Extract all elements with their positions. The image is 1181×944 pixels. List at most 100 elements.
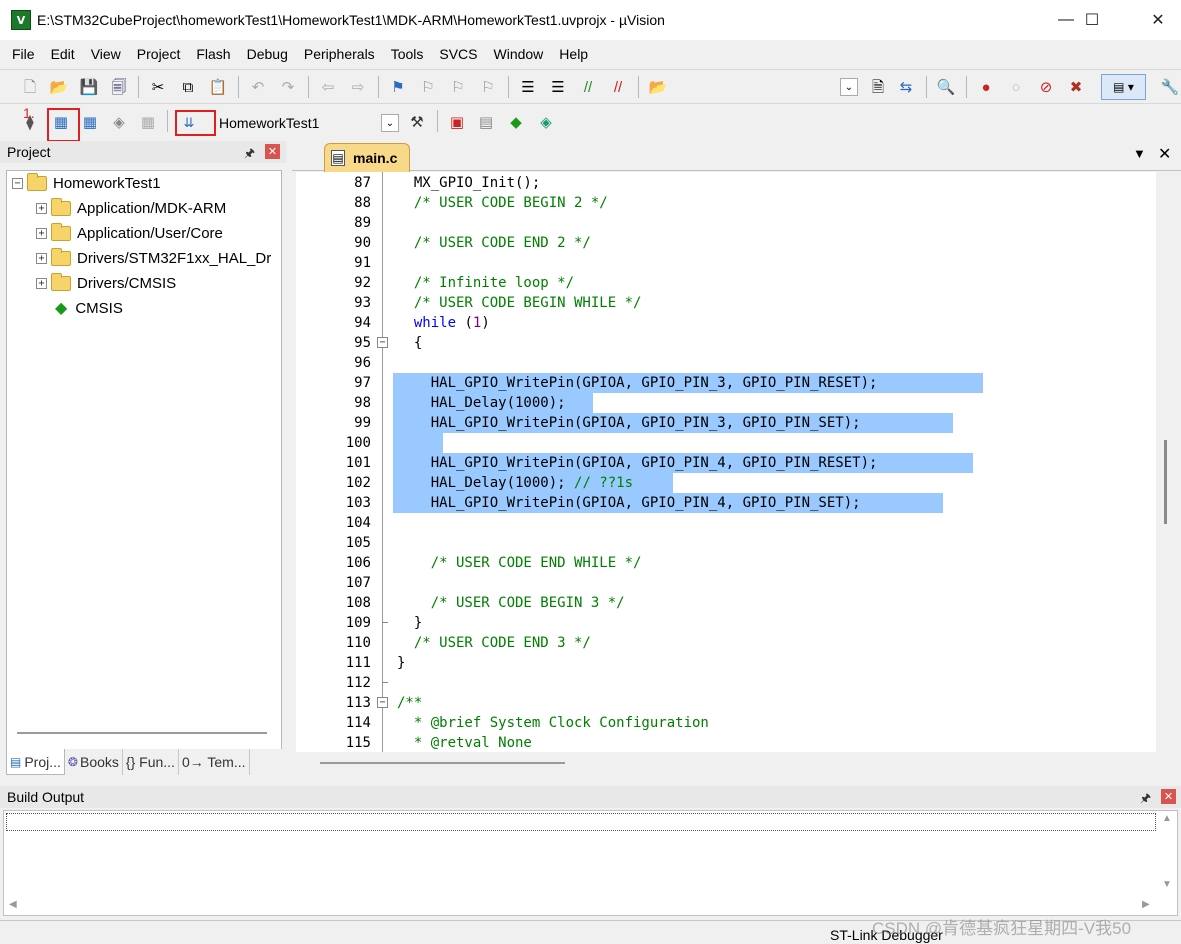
build-output-close-icon[interactable]: ✕ xyxy=(1161,789,1176,804)
close-button[interactable]: ✕ xyxy=(1135,0,1181,40)
tree-item-root[interactable]: − HomeworkTest1 xyxy=(12,172,161,194)
expand-icon[interactable]: + xyxy=(36,202,47,214)
tab-templates[interactable]: 0→ Tem... xyxy=(179,749,250,775)
bookmark-toggle-icon[interactable]: ⚑ xyxy=(388,77,408,97)
comment-icon[interactable]: // xyxy=(578,77,598,97)
navigate-back-icon[interactable]: ⇦ xyxy=(318,77,338,97)
uvision-app-icon: V xyxy=(11,10,31,30)
line-number: 100 xyxy=(345,435,371,451)
rebuild-icon[interactable]: ▦ xyxy=(80,112,100,132)
cut-icon[interactable]: ✂ xyxy=(148,77,168,97)
editor-horizontal-scrollbar[interactable] xyxy=(320,762,565,764)
batch-build-icon[interactable]: ◈ xyxy=(109,112,129,132)
toolbar-separator xyxy=(966,76,967,98)
fold-toggle-icon[interactable]: − xyxy=(377,337,388,348)
find-dropdown-chevron-icon[interactable]: ⌄ xyxy=(840,78,858,96)
bookmark-clear-icon[interactable]: ⚐ xyxy=(478,77,498,97)
pack-installer-icon[interactable]: ◈ xyxy=(536,112,556,132)
manage-project-items-icon[interactable]: ▣ xyxy=(447,112,467,132)
pin-icon[interactable]: 🖈 xyxy=(244,144,255,165)
tab-books[interactable]: ❂ Books xyxy=(65,749,123,775)
code-editor[interactable]: 87 88 89 90 91 92 93 94 95 96 97 98 99 100 101 102 103 10… xyxy=(296,172,1156,752)
menu-help[interactable]: Help xyxy=(552,46,595,62)
indent-icon[interactable]: ☰ xyxy=(518,77,538,97)
menu-view[interactable]: View xyxy=(84,46,128,62)
target-dropdown-chevron-icon[interactable]: ⌄ xyxy=(381,114,399,132)
target-select[interactable]: HomeworkTest1 xyxy=(219,112,399,134)
tree-item-folder[interactable]: + Drivers/STM32F1xx_HAL_Dr xyxy=(36,247,271,269)
open-file-icon[interactable]: 📂 xyxy=(49,77,69,97)
line-number-gutter: 87 88 89 90 91 92 93 94 95 96 97 98 99 100 101 102 103 10… xyxy=(296,172,380,752)
find-icon[interactable]: 🗎 xyxy=(868,77,888,97)
bookmark-prev-icon[interactable]: ⚐ xyxy=(418,77,438,97)
tab-project[interactable]: ▤ Proj... xyxy=(6,749,65,775)
tab-functions[interactable]: {} Fun... xyxy=(123,749,179,775)
menu-project[interactable]: Project xyxy=(130,46,188,62)
code-line: } xyxy=(397,615,423,631)
menu-flash[interactable]: Flash xyxy=(189,46,237,62)
build-output-pane[interactable]: ▲ ▼ ◀ ▶ xyxy=(3,810,1178,916)
project-root-icon xyxy=(27,172,47,191)
pin-icon[interactable]: 🖈 xyxy=(1140,789,1151,810)
tree-item-label: Application/User/Core xyxy=(77,224,223,242)
fold-toggle-icon[interactable]: − xyxy=(377,697,388,708)
collapse-icon[interactable]: − xyxy=(12,177,23,189)
enable-breakpoint-icon[interactable]: ○ xyxy=(1006,77,1026,97)
menu-window[interactable]: Window xyxy=(487,46,551,62)
project-panel: Project 🖈 ✕ − HomeworkTest1 + Applicatio… xyxy=(0,141,286,777)
insert-breakpoint-icon[interactable]: ● xyxy=(976,77,996,97)
menu-peripherals[interactable]: Peripherals xyxy=(297,46,382,62)
scrollbar-thumb[interactable] xyxy=(1164,440,1167,524)
navigate-forward-icon[interactable]: ⇨ xyxy=(348,77,368,97)
scroll-down-icon[interactable]: ▼ xyxy=(1162,879,1172,890)
menu-tools[interactable]: Tools xyxy=(384,46,431,62)
tree-item-label: CMSIS xyxy=(75,299,123,317)
manage-multi-project-icon[interactable]: ▤ xyxy=(476,112,496,132)
expand-icon[interactable]: + xyxy=(36,252,47,264)
stop-build-icon[interactable]: ▦ xyxy=(138,112,158,132)
tab-list-dropdown-icon[interactable]: ▼ xyxy=(1133,146,1146,161)
manage-run-time-environment-icon[interactable]: ◆ xyxy=(506,112,526,132)
incremental-find-icon[interactable]: ⇆ xyxy=(896,77,916,97)
tree-item-folder[interactable]: + Application/User/Core xyxy=(36,222,223,244)
tree-item-folder[interactable]: + Drivers/CMSIS xyxy=(36,272,176,294)
window-layout-icon[interactable]: ▤ ▾ xyxy=(1101,74,1146,100)
scroll-up-icon[interactable]: ▲ xyxy=(1162,813,1172,824)
copy-icon[interactable]: ⧉ xyxy=(178,77,198,97)
save-icon[interactable]: 💾 xyxy=(79,77,99,97)
bookmark-next-icon[interactable]: ⚐ xyxy=(448,77,468,97)
toolbar-separator xyxy=(437,110,438,132)
tree-item-component[interactable]: ◆ CMSIS xyxy=(55,297,123,319)
save-all-icon[interactable]: 🗐 xyxy=(109,77,129,97)
editor-vertical-scrollbar[interactable] xyxy=(1157,172,1175,752)
undo-icon[interactable]: ↶ xyxy=(248,77,268,97)
maximize-button[interactable]: ☐ xyxy=(1069,0,1115,40)
tab-main-c[interactable]: ▤ main.c xyxy=(324,143,410,172)
toolbar-separator xyxy=(238,76,239,98)
configure-icon[interactable]: 🔧 xyxy=(1160,77,1180,97)
expand-icon[interactable]: + xyxy=(36,227,47,239)
menu-svcs[interactable]: SVCS xyxy=(432,46,484,62)
disable-breakpoints-icon[interactable]: ⊘ xyxy=(1036,77,1056,97)
project-panel-title: Project xyxy=(7,144,51,160)
menu-file[interactable]: File xyxy=(5,46,42,62)
expand-icon[interactable]: + xyxy=(36,277,47,289)
unindent-icon[interactable]: ☰ xyxy=(548,77,568,97)
redo-icon[interactable]: ↷ xyxy=(278,77,298,97)
start-debug-icon[interactable]: 🔍 xyxy=(936,77,956,97)
paste-icon[interactable]: 📋 xyxy=(208,77,228,97)
editor-close-icon[interactable]: ✕ xyxy=(1158,144,1171,164)
code-line: HAL_Delay(1000); // ??1s xyxy=(397,475,634,491)
menu-debug[interactable]: Debug xyxy=(240,46,295,62)
tree-item-folder[interactable]: + Application/MDK-ARM xyxy=(36,197,226,219)
tree-horizontal-scrollbar[interactable] xyxy=(17,732,267,734)
menu-edit[interactable]: Edit xyxy=(44,46,82,62)
kill-breakpoints-icon[interactable]: ✖ xyxy=(1066,77,1086,97)
scroll-left-icon[interactable]: ◀ xyxy=(9,899,17,910)
new-file-icon[interactable]: 🗋 xyxy=(20,77,40,97)
scroll-right-icon[interactable]: ▶ xyxy=(1142,899,1150,910)
find-in-files-icon[interactable]: 📂 xyxy=(648,77,668,97)
uncomment-icon[interactable]: // xyxy=(608,77,628,97)
target-options-icon[interactable]: ⚒ xyxy=(407,112,427,132)
project-panel-close-icon[interactable]: ✕ xyxy=(265,144,280,159)
